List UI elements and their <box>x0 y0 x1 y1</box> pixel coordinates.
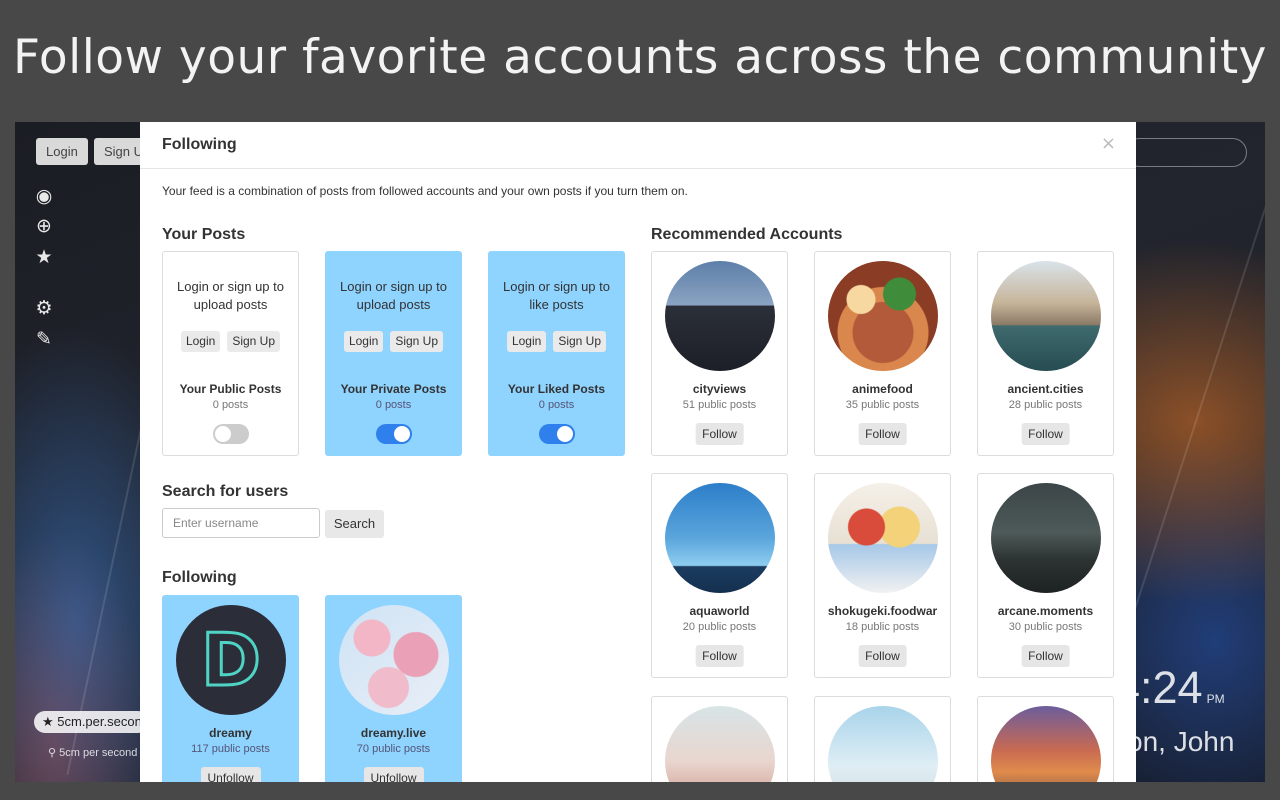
search-button[interactable]: Search <box>325 510 384 538</box>
card-button-row: Login Sign Up <box>163 331 298 352</box>
card-title: Your Public Posts <box>179 382 282 396</box>
bg-greeting: on, John <box>1127 726 1235 757</box>
follow-button[interactable]: Follow <box>695 423 744 445</box>
avatar[interactable]: D <box>176 605 286 715</box>
account-name[interactable]: aquaworld <box>652 604 787 618</box>
recommended-account-card: cityviews 51 public posts Follow <box>651 251 788 456</box>
profile-icon[interactable]: ◉ <box>34 186 54 206</box>
following-account-card: D dreamy 117 public posts Unfollow <box>162 595 299 782</box>
card-message: Login or sign up to like posts <box>503 279 610 312</box>
modal-intro-text: Your feed is a combination of posts from… <box>162 184 688 198</box>
recommended-account-card: aquaworld 20 public posts Follow <box>651 473 788 678</box>
unfollow-button[interactable]: Unfollow <box>363 767 424 782</box>
bg-search-field[interactable] <box>1125 138 1247 167</box>
account-post-count: 30 public posts <box>1008 621 1083 633</box>
liked-posts-card: Login or sign up to like posts Login Sig… <box>488 251 625 456</box>
account-name[interactable]: arcane.moments <box>978 604 1113 618</box>
avatar[interactable] <box>991 706 1101 782</box>
avatar[interactable] <box>991 261 1101 371</box>
private-posts-toggle[interactable] <box>376 424 412 444</box>
card-button-row: Login Sign Up <box>489 331 624 352</box>
follow-button[interactable]: Follow <box>695 645 744 667</box>
headline: Follow your favorite accounts across the… <box>13 30 1267 85</box>
avatar[interactable] <box>828 261 938 371</box>
card-signup-button[interactable]: Sign Up <box>227 331 281 352</box>
username-search-input[interactable] <box>162 508 320 538</box>
recommended-account-card <box>651 696 788 782</box>
card-login-button[interactable]: Login <box>180 331 221 352</box>
account-name[interactable]: animefood <box>815 382 950 396</box>
recommended-accounts-title: Recommended Accounts <box>651 226 843 243</box>
account-post-count: 70 public posts <box>356 743 431 755</box>
card-login-button[interactable]: Login <box>343 331 384 352</box>
account-name[interactable]: dreamy.live <box>326 726 461 740</box>
avatar[interactable] <box>665 261 775 371</box>
avatar[interactable] <box>828 706 938 782</box>
card-button-row: Login Sign Up <box>326 331 461 352</box>
account-name[interactable]: shokugeki.foodwar <box>815 604 950 618</box>
follow-button[interactable]: Follow <box>1021 423 1070 445</box>
card-message: Login or sign up to upload posts <box>177 279 284 312</box>
dreamy-logo-icon: D <box>200 618 263 702</box>
card-signup-button[interactable]: Sign Up <box>553 331 607 352</box>
card-title: Your Liked Posts <box>507 382 606 396</box>
modal-title: Following <box>162 136 237 153</box>
account-post-count: 20 public posts <box>682 621 757 633</box>
recommended-account-card <box>814 696 951 782</box>
recommended-account-card: ancient.cities 28 public posts Follow <box>977 251 1114 456</box>
card-post-count: 0 posts <box>212 399 249 411</box>
modal-header: Following × <box>140 122 1136 169</box>
avatar[interactable] <box>828 483 938 593</box>
your-posts-title: Your Posts <box>162 226 246 243</box>
account-post-count: 35 public posts <box>845 399 920 411</box>
public-posts-card: Login or sign up to upload posts Login S… <box>162 251 299 456</box>
account-post-count: 51 public posts <box>682 399 757 411</box>
star-icon[interactable]: ★ <box>34 247 54 267</box>
bg-location-text: 5cm per second <box>59 747 138 759</box>
close-icon[interactable]: × <box>1101 133 1116 154</box>
follow-button[interactable]: Follow <box>858 423 907 445</box>
account-name[interactable]: dreamy <box>163 726 298 740</box>
bg-collection-chip[interactable]: ★ 5cm.per.second <box>34 711 149 733</box>
add-icon[interactable]: ⊕ <box>34 216 54 236</box>
card-message: Login or sign up to upload posts <box>340 279 447 312</box>
follow-button[interactable]: Follow <box>1021 645 1070 667</box>
search-users-title: Search for users <box>162 483 289 500</box>
edit-icon[interactable]: ✎ <box>34 329 54 349</box>
bg-login-button[interactable]: Login <box>36 138 88 165</box>
following-account-card: dreamy.live 70 public posts Unfollow <box>325 595 462 782</box>
card-post-count: 0 posts <box>375 399 412 411</box>
account-post-count: 18 public posts <box>845 621 920 633</box>
account-name[interactable]: cityviews <box>652 382 787 396</box>
private-posts-card: Login or sign up to upload posts Login S… <box>325 251 462 456</box>
card-login-button[interactable]: Login <box>506 331 547 352</box>
card-title: Your Private Posts <box>340 382 447 396</box>
bg-location-label: ⚲ 5cm per second <box>48 746 137 759</box>
recommended-account-card <box>977 696 1114 782</box>
avatar[interactable] <box>665 706 775 782</box>
avatar[interactable] <box>665 483 775 593</box>
card-signup-button[interactable]: Sign Up <box>390 331 444 352</box>
account-post-count: 117 public posts <box>191 743 270 755</box>
card-post-count: 0 posts <box>538 399 575 411</box>
liked-posts-toggle[interactable] <box>539 424 575 444</box>
location-pin-icon: ⚲ <box>48 747 60 759</box>
unfollow-button[interactable]: Unfollow <box>200 767 261 782</box>
recommended-account-card: animefood 35 public posts Follow <box>814 251 951 456</box>
recommended-account-card: arcane.moments 30 public posts Follow <box>977 473 1114 678</box>
avatar[interactable] <box>339 605 449 715</box>
avatar[interactable] <box>991 483 1101 593</box>
following-modal: Following × Your feed is a combination o… <box>140 122 1136 782</box>
account-post-count: 28 public posts <box>1008 399 1083 411</box>
following-title: Following <box>162 569 237 586</box>
gear-icon[interactable]: ⚙ <box>34 298 54 318</box>
account-name[interactable]: ancient.cities <box>978 382 1113 396</box>
public-posts-toggle[interactable] <box>213 424 249 444</box>
follow-button[interactable]: Follow <box>858 645 907 667</box>
bg-clock-ampm: PM <box>1206 692 1225 706</box>
recommended-account-card: shokugeki.foodwar 18 public posts Follow <box>814 473 951 678</box>
